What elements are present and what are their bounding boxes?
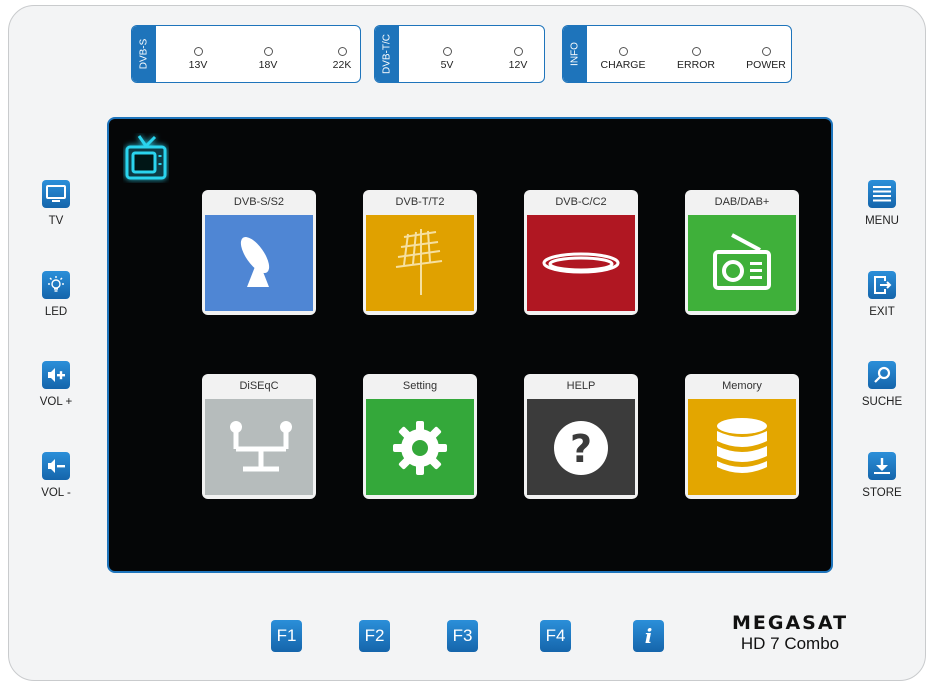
tile-dab[interactable]: DAB/DAB+: [685, 190, 799, 315]
store-button[interactable]: STORE: [842, 452, 922, 499]
tile-help[interactable]: HELP ?: [524, 374, 638, 499]
led-dot: [263, 47, 273, 56]
dvbs-tag: DVB-S: [132, 26, 156, 82]
vol-up-button-label: VOL +: [39, 396, 73, 408]
info-indicator-panel: INFO CHARGE ERROR POWER: [562, 25, 792, 83]
f2-key[interactable]: F2: [359, 620, 390, 652]
main-screen: [107, 117, 833, 573]
f4-key[interactable]: F4: [540, 620, 571, 652]
f1-key[interactable]: F1: [271, 620, 302, 652]
led-dot: [691, 47, 701, 56]
vol-down-button-key[interactable]: [42, 452, 70, 480]
cable-icon: [542, 252, 620, 274]
tv-button-label: TV: [48, 215, 64, 227]
led-dot: [442, 47, 452, 56]
vol-up-button-key[interactable]: [42, 361, 70, 389]
info-tag: INFO: [563, 26, 587, 82]
exit-icon: [874, 276, 892, 294]
led-dot: [193, 47, 203, 56]
diseqc-switch-icon: [230, 421, 292, 472]
store-button-key[interactable]: [868, 452, 896, 480]
led-charge: CHARGE: [593, 47, 653, 71]
vol-down-button-label: VOL -: [41, 487, 71, 499]
tile-label: DVB-S/S2: [233, 196, 285, 208]
f3-key[interactable]: F3: [447, 620, 478, 652]
tile-label: DiSEqC: [239, 380, 279, 392]
exit-button[interactable]: EXIT: [842, 271, 922, 318]
dvbtc-tag: DVB-T/C: [375, 26, 399, 82]
menu-icon: [873, 186, 891, 202]
database-icon: [717, 418, 767, 473]
tile-dvbc[interactable]: DVB-C/C2: [524, 190, 638, 315]
brand-logo: MEGASAT: [731, 612, 849, 634]
tile-label: Memory: [722, 380, 762, 392]
info-key[interactable]: i: [633, 620, 664, 652]
brand-block: MEGASAT HD 7 Combo: [710, 612, 870, 654]
search-button-label: SUCHE: [861, 396, 903, 408]
led-error: ERROR: [666, 47, 726, 71]
dvbtc-indicator-panel: DVB-T/C 5V 12V: [374, 25, 545, 83]
tile-icon-area: [527, 215, 635, 311]
tile-label: HELP: [566, 380, 596, 392]
led-dot: [761, 47, 771, 56]
antenna-icon: [395, 229, 443, 295]
tile-label: Setting: [402, 380, 438, 392]
tile-memory[interactable]: Memory: [685, 374, 799, 499]
tile-icon-area: [366, 215, 474, 311]
download-icon: [874, 458, 890, 474]
led-dot: [337, 47, 347, 56]
tile-diseqc[interactable]: DiSEqC: [202, 374, 316, 499]
model-name: HD 7 Combo: [740, 634, 840, 653]
led-22k: 22K: [312, 47, 360, 71]
tile-icon-area: [688, 215, 796, 311]
dvbs-indicator-panel: DVB-S 13V 18V 22K: [131, 25, 361, 83]
menu-button-key[interactable]: [868, 180, 896, 208]
tile-label: DVB-C/C2: [555, 196, 607, 208]
volume-down-icon: [48, 459, 65, 473]
search-button[interactable]: SUCHE: [842, 361, 922, 408]
tile-icon-area: [366, 399, 474, 495]
tile-dvbs[interactable]: DVB-S/S2: [202, 190, 316, 315]
tile-setting[interactable]: Setting: [363, 374, 477, 499]
tv-icon: [125, 135, 167, 180]
tile-icon-area: [205, 399, 313, 495]
led-dot: [618, 47, 628, 56]
led-button[interactable]: LED: [16, 271, 96, 318]
store-button-label: STORE: [862, 487, 902, 499]
tv-button-key[interactable]: [42, 180, 70, 208]
led-power: POWER: [736, 47, 791, 71]
tile-dvbt[interactable]: DVB-T/T2: [363, 190, 477, 315]
vol-down-button[interactable]: VOL -: [16, 452, 96, 499]
tile-icon-area: ?: [527, 399, 635, 495]
volume-up-icon: [48, 368, 65, 382]
search-button-key[interactable]: [868, 361, 896, 389]
tv-button[interactable]: TV: [16, 180, 96, 227]
led-13v: 13V: [168, 47, 228, 71]
menu-button[interactable]: MENU: [842, 180, 922, 227]
led-5v: 5V: [417, 47, 477, 71]
tile-label: DVB-T/T2: [395, 196, 445, 208]
light-bulb-icon: [48, 276, 64, 292]
radio-icon: [713, 233, 771, 290]
led-12v: 12V: [488, 47, 544, 71]
question-icon: ?: [554, 421, 608, 475]
gear-icon: [393, 421, 447, 475]
menu-button-label: MENU: [865, 215, 899, 227]
search-icon: [874, 366, 891, 383]
vol-up-button[interactable]: VOL +: [16, 361, 96, 408]
tile-label: DAB/DAB+: [714, 196, 770, 208]
led-18v: 18V: [238, 47, 298, 71]
exit-button-key[interactable]: [868, 271, 896, 299]
led-button-label: LED: [44, 306, 68, 318]
led-button-key[interactable]: [42, 271, 70, 299]
tile-icon-area: [688, 399, 796, 495]
satellite-dish-icon: [240, 237, 270, 287]
monitor-icon: [46, 185, 66, 202]
exit-button-label: EXIT: [869, 306, 895, 318]
svg-text:?: ?: [570, 427, 592, 471]
tile-icon-area: [205, 215, 313, 311]
led-dot: [513, 47, 523, 56]
